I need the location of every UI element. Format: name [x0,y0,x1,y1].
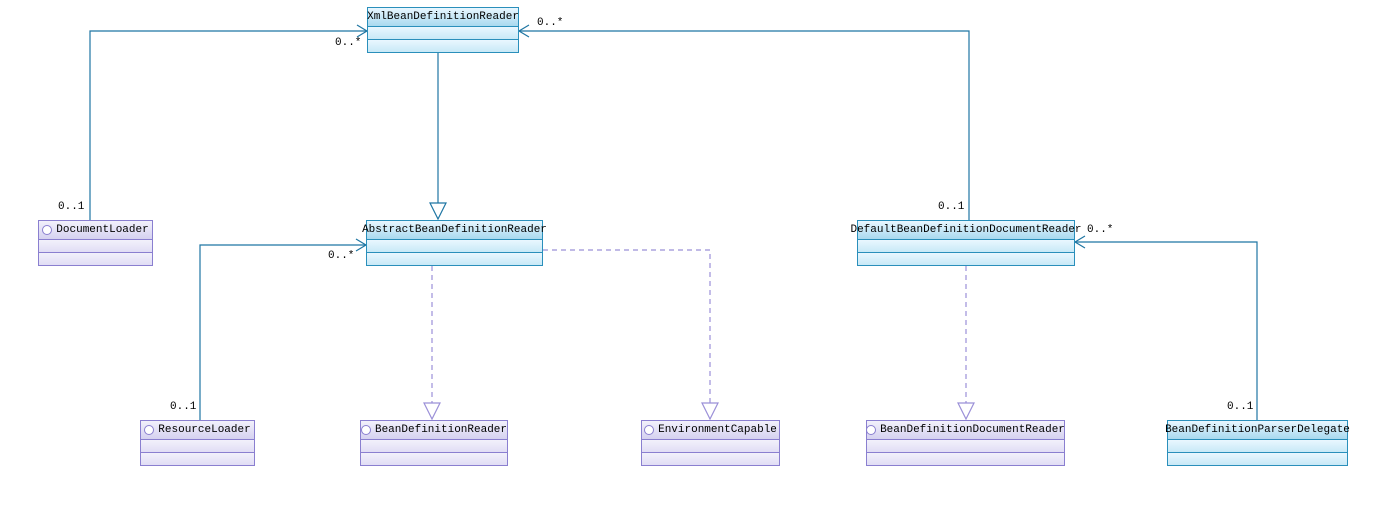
multiplicity-label: 0..* [328,250,354,262]
interface-beandefdocreader: BeanDefinitionDocumentReader [866,420,1065,466]
edge-xml-to-documentloader [90,25,367,220]
interface-title-text: DocumentLoader [56,224,148,236]
edge-default-realizes-bddr [958,266,974,419]
class-title: DefaultBeanDefinitionDocumentReader [858,221,1074,240]
multiplicity-label: 0..1 [58,201,84,213]
edge-abstract-realizes-bdr [424,266,440,419]
interface-attr-compartment [141,440,254,453]
class-title-text: BeanDefinitionParserDelegate [1165,424,1350,436]
class-op-compartment [367,253,542,265]
class-xmlbeandefinitionreader: XmlBeanDefinitionReader [367,7,519,53]
class-title: BeanDefinitionParserDelegate [1168,421,1347,440]
interface-lollipop-icon [866,425,876,435]
interface-op-compartment [642,453,779,465]
interface-title: ResourceLoader [141,421,254,440]
interface-op-compartment [141,453,254,465]
multiplicity-label: 0..1 [170,401,196,413]
interface-beandefinitionreader: BeanDefinitionReader [360,420,508,466]
class-op-compartment [1168,453,1347,465]
class-attr-compartment [367,240,542,253]
interface-lollipop-icon [644,425,654,435]
edge-xml-to-defaultdocreader [519,25,969,220]
multiplicity-label: 0..* [335,37,361,49]
class-title-text: AbstractBeanDefinitionReader [362,224,547,236]
interface-title: DocumentLoader [39,221,152,240]
interface-documentloader: DocumentLoader [38,220,153,266]
interface-op-compartment [361,453,507,465]
interface-attr-compartment [39,240,152,253]
class-title-text: DefaultBeanDefinitionDocumentReader [850,224,1081,236]
multiplicity-label: 0..* [1087,224,1113,236]
edge-default-to-parserdelegate [1075,236,1257,420]
interface-op-compartment [39,253,152,265]
class-op-compartment [858,253,1074,265]
class-attr-compartment [858,240,1074,253]
class-attr-compartment [368,27,518,40]
class-title: AbstractBeanDefinitionReader [367,221,542,240]
class-op-compartment [368,40,518,52]
edge-abstract-realizes-envcap [543,250,718,419]
interface-lollipop-icon [42,225,52,235]
interface-attr-compartment [361,440,507,453]
interface-lollipop-icon [361,425,371,435]
interface-title-text: EnvironmentCapable [658,424,777,436]
interface-title: EnvironmentCapable [642,421,779,440]
interface-attr-compartment [642,440,779,453]
multiplicity-label: 0..* [537,17,563,29]
interface-lollipop-icon [144,425,154,435]
interface-title: BeanDefinitionDocumentReader [867,421,1064,440]
class-title: XmlBeanDefinitionReader [368,8,518,27]
interface-title-text: ResourceLoader [158,424,250,436]
class-defaultbeandefdocreader: DefaultBeanDefinitionDocumentReader [857,220,1075,266]
interface-title: BeanDefinitionReader [361,421,507,440]
multiplicity-label: 0..1 [1227,401,1253,413]
interface-op-compartment [867,453,1064,465]
multiplicity-label: 0..1 [938,201,964,213]
interface-environmentcapable: EnvironmentCapable [641,420,780,466]
edge-xml-to-abstract [430,53,446,219]
interface-title-text: BeanDefinitionReader [375,424,507,436]
edge-abstract-to-resourceloader [200,239,366,420]
class-attr-compartment [1168,440,1347,453]
class-abstractbeandefinitionreader: AbstractBeanDefinitionReader [366,220,543,266]
interface-resourceloader: ResourceLoader [140,420,255,466]
class-beandefparserdelegate: BeanDefinitionParserDelegate [1167,420,1348,466]
interface-title-text: BeanDefinitionDocumentReader [880,424,1065,436]
interface-attr-compartment [867,440,1064,453]
class-title-text: XmlBeanDefinitionReader [367,11,519,23]
